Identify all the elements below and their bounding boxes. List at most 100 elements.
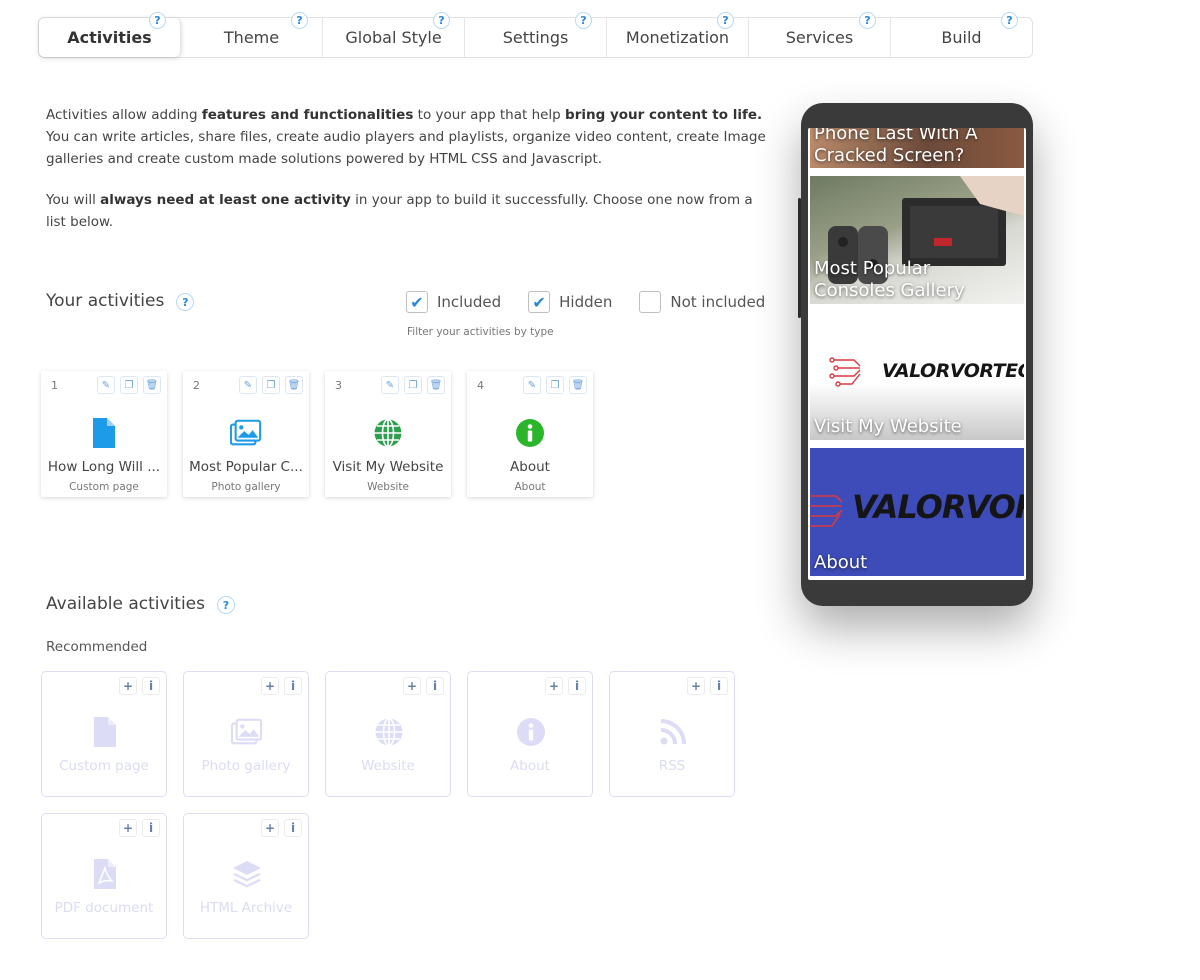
edit-icon[interactable]: ✎ bbox=[97, 376, 115, 394]
add-icon[interactable]: + bbox=[403, 677, 421, 695]
intro-paragraph-2: You will always need at least one activi… bbox=[46, 192, 753, 230]
globe-icon bbox=[373, 716, 405, 748]
filter-not-included[interactable]: Not included bbox=[639, 291, 765, 313]
phone-tile[interactable]: Most Popular Consoles Gallery bbox=[810, 176, 1024, 304]
activity-number: 1 bbox=[51, 379, 58, 392]
help-icon[interactable]: ? bbox=[149, 12, 166, 29]
help-icon[interactable]: ? bbox=[433, 12, 450, 29]
tab-services[interactable]: Services? bbox=[749, 12, 891, 57]
available-card-about[interactable]: + i About bbox=[467, 671, 593, 797]
pdf-icon bbox=[89, 858, 121, 890]
help-icon[interactable]: ? bbox=[717, 12, 734, 29]
gallery-icon bbox=[230, 417, 262, 449]
available-card-website[interactable]: + i Website bbox=[325, 671, 451, 797]
available-card-html-archive[interactable]: + i HTML Archive bbox=[183, 813, 309, 939]
intro-text: Activities allow adding features and fun… bbox=[46, 104, 768, 252]
filter-hidden[interactable]: ✔ Hidden bbox=[528, 291, 612, 313]
info-small-icon[interactable]: i bbox=[142, 677, 160, 695]
intro-paragraph-1: Activities allow adding features and fun… bbox=[46, 107, 766, 167]
help-icon[interactable]: ? bbox=[291, 12, 308, 29]
available-activities-title: Available activities ? bbox=[46, 594, 235, 614]
trash-icon[interactable]: 🗑 bbox=[285, 376, 303, 394]
activity-number: 3 bbox=[335, 379, 342, 392]
brand-logo-text: VALORVORTECH bbox=[882, 360, 1024, 382]
checkbox-checked-icon[interactable]: ✔ bbox=[528, 291, 551, 313]
trash-icon[interactable]: 🗑 bbox=[569, 376, 587, 394]
info-small-icon[interactable]: i bbox=[426, 677, 444, 695]
edit-icon[interactable]: ✎ bbox=[523, 376, 541, 394]
duplicate-icon[interactable]: ❐ bbox=[546, 376, 564, 394]
info-small-icon[interactable]: i bbox=[284, 819, 302, 837]
activity-name: Visit My Website bbox=[332, 459, 444, 475]
tab-global-style[interactable]: Global Style? bbox=[323, 12, 465, 57]
activity-type: Photo gallery bbox=[211, 481, 281, 493]
checkbox-unchecked-icon[interactable] bbox=[639, 291, 662, 313]
add-icon[interactable]: + bbox=[119, 819, 137, 837]
available-name: About bbox=[510, 758, 550, 774]
activity-type: Custom page bbox=[69, 481, 139, 493]
help-icon[interactable]: ? bbox=[859, 12, 876, 29]
activity-name: About bbox=[510, 459, 550, 475]
layers-icon bbox=[231, 858, 263, 890]
phone-tile[interactable]: VALORVORT About bbox=[810, 448, 1024, 576]
available-name: RSS bbox=[658, 758, 686, 774]
activity-card[interactable]: 4 ✎ ❐ 🗑 About About bbox=[467, 371, 593, 497]
add-icon[interactable]: + bbox=[687, 677, 705, 695]
edit-icon[interactable]: ✎ bbox=[381, 376, 399, 394]
main-tabs: Activities? Theme? Global Style? Setting… bbox=[38, 12, 1033, 58]
activity-filters: ✔ Included ✔ Hidden Not included bbox=[406, 291, 792, 313]
tab-monetization[interactable]: Monetization? bbox=[607, 12, 749, 57]
activity-type: About bbox=[514, 481, 546, 493]
tab-build[interactable]: Build? bbox=[891, 12, 1032, 57]
available-card-pdf-document[interactable]: + i PDF document bbox=[41, 813, 167, 939]
trash-icon[interactable]: 🗑 bbox=[143, 376, 161, 394]
add-icon[interactable]: + bbox=[261, 819, 279, 837]
activity-card[interactable]: 2 ✎ ❐ 🗑 Most Popular C... Photo gallery bbox=[183, 371, 309, 497]
brand-logo-text: VALORVORT bbox=[852, 488, 1024, 526]
trash-icon[interactable]: 🗑 bbox=[427, 376, 445, 394]
activity-card[interactable]: 1 ✎ ❐ 🗑 How Long Will ... Custom page bbox=[41, 371, 167, 497]
add-icon[interactable]: + bbox=[119, 677, 137, 695]
filter-included[interactable]: ✔ Included bbox=[406, 291, 501, 313]
tab-settings[interactable]: Settings? bbox=[465, 12, 607, 57]
duplicate-icon[interactable]: ❐ bbox=[262, 376, 280, 394]
available-name: Photo gallery bbox=[201, 758, 291, 774]
phone-preview: Phone Last With A Cracked Screen? Most P… bbox=[798, 103, 1033, 606]
available-card-custom-page[interactable]: + i Custom page bbox=[41, 671, 167, 797]
filter-hint: Filter your activities by type bbox=[407, 326, 554, 338]
phone-tile[interactable]: VALORVORTECH Visit My Website bbox=[810, 312, 1024, 440]
globe-icon bbox=[372, 417, 404, 449]
phone-screen[interactable]: Phone Last With A Cracked Screen? Most P… bbox=[808, 128, 1026, 580]
tab-theme[interactable]: Theme? bbox=[181, 12, 323, 57]
available-name: Website bbox=[361, 758, 415, 774]
document-icon bbox=[88, 417, 120, 449]
activity-name: Most Popular C... bbox=[189, 459, 303, 475]
help-icon[interactable]: ? bbox=[176, 293, 195, 311]
info-small-icon[interactable]: i bbox=[568, 677, 586, 695]
help-icon[interactable]: ? bbox=[217, 596, 235, 614]
info-small-icon[interactable]: i bbox=[284, 677, 302, 695]
duplicate-icon[interactable]: ❐ bbox=[404, 376, 422, 394]
activity-type: Website bbox=[367, 481, 409, 493]
add-icon[interactable]: + bbox=[545, 677, 563, 695]
activity-card[interactable]: 3 ✎ ❐ 🗑 Visit My Website Website bbox=[325, 371, 451, 497]
phone-tile[interactable]: Phone Last With A Cracked Screen? bbox=[810, 128, 1024, 168]
duplicate-icon[interactable]: ❐ bbox=[120, 376, 138, 394]
info-icon bbox=[514, 417, 546, 449]
activity-number: 4 bbox=[477, 379, 484, 392]
recommended-label: Recommended bbox=[46, 639, 148, 655]
info-small-icon[interactable]: i bbox=[710, 677, 728, 695]
help-icon[interactable]: ? bbox=[1001, 12, 1018, 29]
available-card-photo-gallery[interactable]: + i Photo gallery bbox=[183, 671, 309, 797]
available-card-rss[interactable]: + i RSS bbox=[609, 671, 735, 797]
document-icon bbox=[89, 716, 121, 748]
tab-activities[interactable]: Activities? bbox=[39, 12, 181, 57]
info-icon bbox=[515, 716, 547, 748]
rss-icon bbox=[657, 716, 689, 748]
info-small-icon[interactable]: i bbox=[142, 819, 160, 837]
edit-icon[interactable]: ✎ bbox=[239, 376, 257, 394]
checkbox-checked-icon[interactable]: ✔ bbox=[406, 291, 428, 313]
add-icon[interactable]: + bbox=[261, 677, 279, 695]
activity-number: 2 bbox=[193, 379, 200, 392]
help-icon[interactable]: ? bbox=[575, 12, 592, 29]
